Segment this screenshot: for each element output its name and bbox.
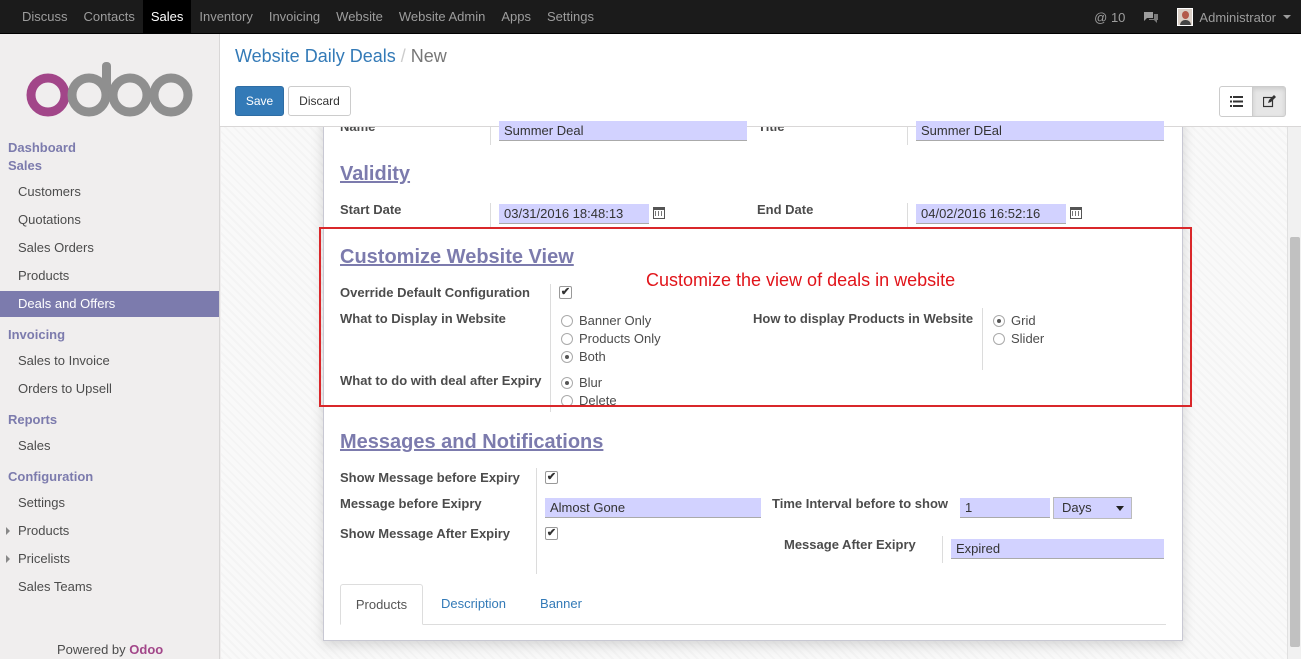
menu-discuss[interactable]: Discuss	[14, 0, 76, 34]
save-button[interactable]: Save	[235, 86, 284, 116]
calendar-icon[interactable]	[1070, 207, 1082, 219]
menu-invoicing[interactable]: Invoicing	[261, 0, 328, 34]
show-after-label: Show Message After Expiry	[340, 526, 511, 541]
sidebar-section-dashboard[interactable]: Dashboard	[8, 140, 76, 155]
odoo-logo[interactable]	[24, 58, 194, 128]
chevron-down-icon	[1283, 15, 1291, 19]
end-date-field[interactable]: 04/02/2016 16:52:16	[916, 204, 1066, 224]
sidebar: Dashboard Sales Customers Quotations Sal…	[0, 34, 220, 659]
powered-by-brand[interactable]: Odoo	[129, 642, 163, 657]
menu-apps[interactable]: Apps	[493, 0, 539, 34]
divider	[942, 536, 943, 563]
chat-icon[interactable]	[1143, 10, 1159, 24]
scrollbar-thumb[interactable]	[1290, 237, 1300, 647]
title-field[interactable]: Summer DEal	[916, 121, 1164, 141]
tab-description[interactable]: Description	[431, 584, 516, 625]
start-date-label: Start Date	[340, 202, 402, 217]
sidebar-section-reports: Reports	[8, 412, 58, 427]
avatar	[1177, 8, 1194, 26]
edit-icon	[1262, 95, 1276, 108]
sidebar-section-sales: Sales	[8, 158, 42, 173]
sidebar-item-quotations[interactable]: Quotations	[0, 207, 219, 233]
app-menu: Discuss Contacts Sales Inventory Invoici…	[14, 0, 602, 34]
sidebar-item-products[interactable]: Products	[0, 263, 219, 289]
sidebar-section-configuration: Configuration	[8, 469, 94, 484]
divider	[490, 127, 491, 145]
powered-by-label: Powered by	[57, 642, 126, 657]
tab-products[interactable]: Products	[340, 584, 423, 625]
menu-inventory[interactable]: Inventory	[191, 0, 260, 34]
menu-contacts[interactable]: Contacts	[76, 0, 143, 34]
sidebar-item-sales-orders[interactable]: Sales Orders	[0, 235, 219, 261]
user-name: Administrator	[1199, 9, 1276, 25]
show-after-checkbox[interactable]: ✔	[545, 527, 558, 540]
top-navbar: Discuss Contacts Sales Inventory Invoici…	[0, 0, 1301, 34]
breadcrumb: Website Daily Deals / New	[235, 46, 447, 67]
sidebar-item-customers[interactable]: Customers	[0, 179, 219, 205]
divider	[907, 127, 908, 145]
breadcrumb-parent[interactable]: Website Daily Deals	[235, 46, 396, 66]
sidebar-item-label: Products	[18, 523, 70, 538]
menu-website[interactable]: Website	[328, 0, 391, 34]
calendar-icon[interactable]	[653, 207, 665, 219]
menu-sales[interactable]: Sales	[142, 0, 192, 34]
sidebar-item-config-products[interactable]: Products	[0, 518, 219, 544]
sidebar-item-deals-and-offers[interactable]: Deals and Offers	[0, 291, 219, 317]
mentions-counter[interactable]: @ 10	[1094, 10, 1125, 25]
interval-unit-value: Days	[1062, 500, 1092, 515]
chevron-down-icon	[1116, 506, 1124, 511]
discard-button[interactable]: Discard	[288, 86, 351, 116]
caret-right-icon	[6, 555, 10, 563]
menu-website-admin[interactable]: Website Admin	[391, 0, 493, 34]
powered-by: Powered by Odoo	[57, 642, 163, 657]
sidebar-section-invoicing: Invoicing	[8, 327, 66, 342]
sidebar-item-sales-to-invoice[interactable]: Sales to Invoice	[0, 348, 219, 374]
msg-before-field[interactable]: Almost Gone	[545, 498, 761, 518]
list-icon	[1229, 96, 1243, 107]
tab-banner[interactable]: Banner	[530, 584, 592, 625]
user-menu[interactable]: Administrator	[1177, 8, 1291, 26]
show-before-label: Show Message before Expiry	[340, 470, 520, 485]
msg-after-field[interactable]: Expired	[951, 539, 1164, 559]
breadcrumb-current: New	[410, 46, 447, 66]
breadcrumb-separator: /	[400, 46, 406, 66]
divider	[490, 203, 491, 227]
interval-unit-select[interactable]: Days	[1053, 497, 1132, 519]
annotation-text: Customize the view of deals in website	[646, 270, 956, 290]
annotation-highlight-box	[319, 227, 1192, 407]
systray: @ 10 Administrator	[1076, 0, 1291, 34]
msg-before-label: Message before Exipry	[340, 496, 482, 511]
sidebar-item-orders-to-upsell[interactable]: Orders to Upsell	[0, 376, 219, 402]
divider	[907, 203, 908, 227]
form-view-button[interactable]	[1252, 86, 1286, 117]
divider	[536, 468, 537, 574]
sidebar-item-pricelists[interactable]: Pricelists	[0, 546, 219, 572]
sidebar-item-settings[interactable]: Settings	[0, 490, 219, 516]
interval-field[interactable]: 1	[960, 498, 1050, 518]
control-panel: Website Daily Deals / New Save Discard	[220, 34, 1301, 127]
validity-section-title: Validity	[340, 163, 411, 185]
sidebar-item-label: Pricelists	[18, 551, 71, 566]
msg-after-label: Message After Exipry	[784, 537, 916, 552]
interval-label: Time Interval before to show	[772, 496, 949, 511]
start-date-field[interactable]: 03/31/2016 18:48:13	[499, 204, 649, 224]
name-field[interactable]: Summer Deal	[499, 121, 747, 141]
end-date-label: End Date	[757, 202, 814, 217]
caret-right-icon	[6, 527, 10, 535]
sidebar-item-report-sales[interactable]: Sales	[0, 433, 219, 459]
show-before-checkbox[interactable]: ✔	[545, 471, 558, 484]
sidebar-item-sales-teams[interactable]: Sales Teams	[0, 574, 219, 600]
messages-section-title: Messages and Notifications	[340, 431, 604, 453]
scrollbar[interactable]	[1287, 127, 1301, 659]
notebook-tabs: Products Description Banner	[340, 584, 1166, 625]
list-view-button[interactable]	[1219, 86, 1253, 117]
menu-settings[interactable]: Settings	[539, 0, 602, 34]
